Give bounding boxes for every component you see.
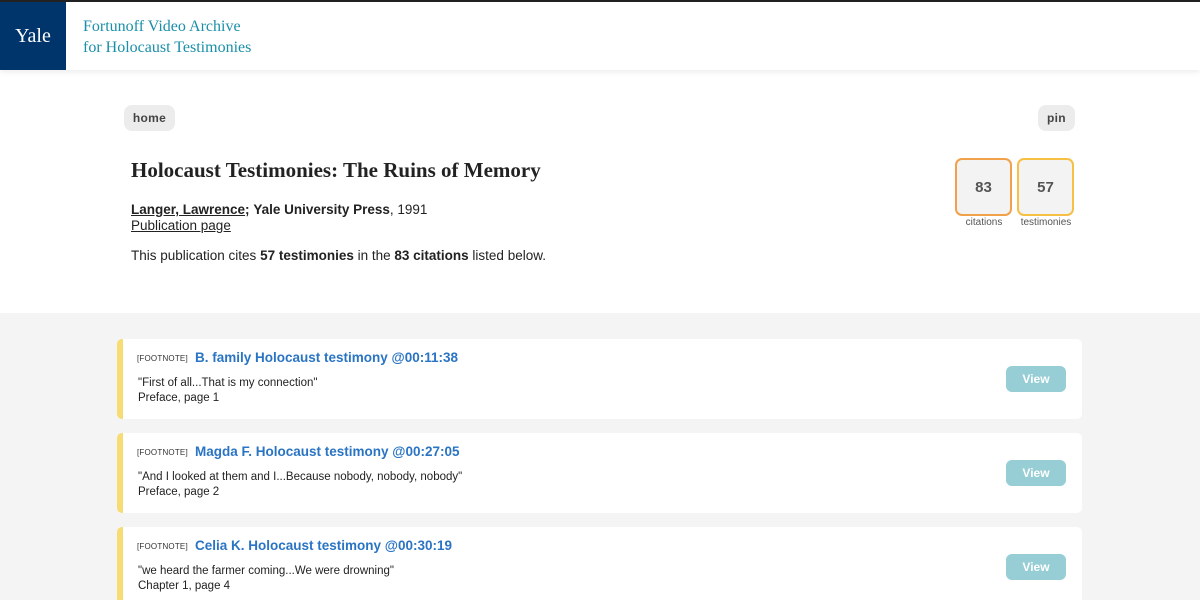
citation-type-tag: [FOOTNOTE] [137, 542, 188, 551]
archive-title-link[interactable]: Fortunoff Video Archive for Holocaust Te… [83, 16, 251, 58]
citation-summary: This publication cites 57 testimonies in… [131, 248, 546, 263]
testimonies-count-badge: 57 [1017, 158, 1074, 216]
citation-type-tag: [FOOTNOTE] [137, 448, 188, 457]
publication-title: Holocaust Testimonies: The Ruins of Memo… [131, 158, 541, 182]
citation-card: [FOOTNOTE] Magda F. Holocaust testimony … [117, 433, 1082, 513]
citation-location: Chapter 1, page 4 [138, 580, 231, 592]
summary-testimonies: 57 testimonies [260, 248, 354, 263]
summary-citations: 83 citations [394, 248, 469, 263]
citation-quote: "we heard the farmer coming...We were dr… [138, 565, 394, 577]
testimonies-label: testimonies [1020, 217, 1072, 228]
citation-type-tag: [FOOTNOTE] [137, 354, 188, 363]
home-button[interactable]: home [124, 105, 175, 131]
citation-location: Preface, page 1 [138, 392, 220, 404]
author-link[interactable]: Langer, Lawrence [131, 202, 245, 217]
citations-count-badge: 83 [955, 158, 1012, 216]
archive-title-line2: for Holocaust Testimonies [83, 39, 252, 56]
publisher-name: Yale University Press [253, 202, 390, 217]
citation-location: Preface, page 2 [138, 486, 220, 498]
view-button[interactable]: View [1006, 460, 1066, 486]
testimony-link[interactable]: Magda F. Holocaust testimony @00:27:05 [195, 444, 459, 459]
view-button[interactable]: View [1006, 554, 1066, 580]
citation-quote: "And I looked at them and I...Because no… [138, 471, 463, 483]
archive-title-line1: Fortunoff Video Archive [83, 18, 241, 35]
citation-card: [FOOTNOTE] Celia K. Holocaust testimony … [117, 527, 1082, 600]
yale-logo[interactable]: Yale [0, 2, 66, 70]
publication-meta: Langer, Lawrence; Yale University Press,… [131, 201, 427, 218]
publication-year: , 1991 [389, 202, 428, 217]
testimony-link[interactable]: Celia K. Holocaust testimony @00:30:19 [195, 538, 452, 553]
pin-button[interactable]: pin [1038, 105, 1075, 131]
site-header: Yale Fortunoff Video Archive for Holocau… [0, 2, 1200, 70]
citations-label: citations [965, 217, 1003, 228]
summary-mid: in the [353, 248, 395, 263]
citation-card: [FOOTNOTE] B. family Holocaust testimony… [117, 339, 1082, 419]
separator: ; [245, 202, 250, 217]
view-button[interactable]: View [1006, 366, 1066, 392]
summary-suffix: listed below. [468, 248, 546, 263]
citation-list: [FOOTNOTE] B. family Holocaust testimony… [0, 313, 1200, 600]
yale-logo-text: Yale [15, 24, 51, 47]
testimony-link[interactable]: B. family Holocaust testimony @00:11:38 [195, 350, 458, 365]
publication-page-link[interactable]: Publication page [131, 218, 231, 233]
citation-quote: "First of all...That is my connection" [138, 377, 318, 389]
summary-prefix: This publication cites [131, 248, 261, 263]
